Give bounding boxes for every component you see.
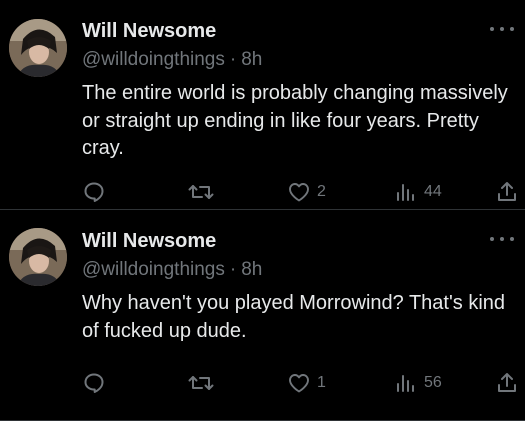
views-count: 44	[424, 183, 442, 200]
reply-icon	[84, 373, 104, 393]
more-dot	[490, 27, 494, 31]
tweet-text: Why haven't you played Morrowind? That's…	[82, 292, 506, 342]
share-icon	[498, 182, 516, 201]
like-count: 1	[317, 374, 326, 391]
more-options-button[interactable]	[490, 232, 514, 246]
avatar[interactable]	[9, 19, 67, 77]
like-count: 2	[317, 183, 326, 200]
more-dot	[490, 237, 494, 241]
reply-icon	[84, 182, 104, 202]
heart-icon	[289, 183, 309, 202]
tweet-meta: @willdoingthings · 8h	[82, 49, 262, 71]
heart-icon	[289, 374, 309, 393]
like-button[interactable]: 1	[287, 369, 326, 397]
tweet[interactable]: Will Newsome @willdoingthings · 8h Why hav…	[0, 210, 525, 421]
tweet-meta: @willdoingthings · 8h	[82, 259, 262, 281]
handle[interactable]: @willdoingthings	[82, 49, 225, 70]
more-dot	[510, 27, 514, 31]
views-count: 56	[424, 374, 442, 391]
reply-button[interactable]	[82, 178, 106, 206]
more-dot	[500, 237, 504, 241]
handle[interactable]: @willdoingthings	[82, 259, 225, 280]
tweet[interactable]: Will Newsome @willdoingthings · 8h The ent…	[0, 0, 525, 210]
views-icon	[397, 375, 414, 392]
avatar[interactable]	[9, 228, 67, 286]
retweet-icon	[188, 376, 214, 390]
views-icon	[397, 184, 414, 201]
separator: ·	[229, 49, 237, 70]
reply-button[interactable]	[82, 369, 106, 397]
retweet-button[interactable]	[188, 178, 214, 206]
tweet-actions: 2 44	[0, 175, 525, 209]
views-button[interactable]: 56	[394, 369, 442, 397]
tweet-text: The entire world is probably changing ma…	[82, 82, 508, 159]
share-button[interactable]	[496, 178, 518, 206]
separator: ·	[229, 259, 237, 280]
avatar-image	[9, 228, 67, 286]
views-button[interactable]: 44	[394, 178, 442, 206]
display-name[interactable]: Will Newsome	[82, 230, 216, 253]
more-dot	[500, 27, 504, 31]
more-dot	[510, 237, 514, 241]
like-button[interactable]: 2	[287, 178, 326, 206]
share-icon	[498, 373, 516, 392]
avatar-image	[9, 19, 67, 77]
timestamp[interactable]: 8h	[241, 259, 262, 280]
share-button[interactable]	[496, 369, 518, 397]
tweet-actions: 1 56	[0, 366, 525, 400]
retweet-button[interactable]	[188, 369, 214, 397]
display-name[interactable]: Will Newsome	[82, 20, 216, 43]
retweet-icon	[188, 185, 214, 199]
more-options-button[interactable]	[490, 22, 514, 36]
timestamp[interactable]: 8h	[241, 49, 262, 70]
